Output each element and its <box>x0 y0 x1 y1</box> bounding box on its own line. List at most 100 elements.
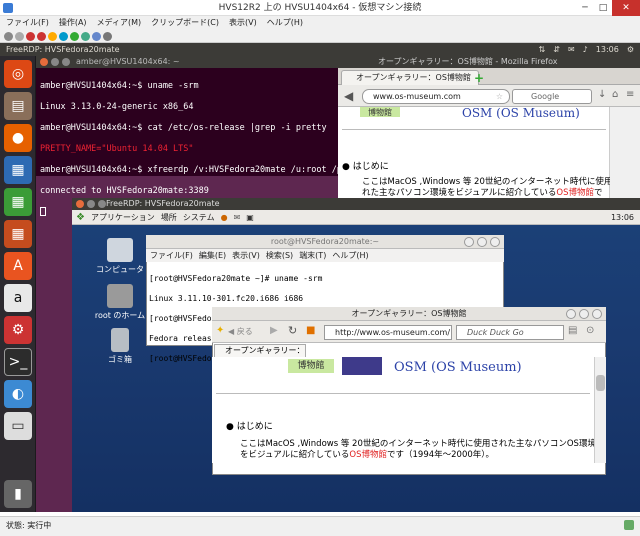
search-placeholder: Google <box>531 92 560 101</box>
dash-icon[interactable]: ◎ <box>4 60 32 88</box>
impress-icon[interactable]: ▦ <box>4 220 32 248</box>
freerdp-icon[interactable]: ◐ <box>4 380 32 408</box>
toolbar <box>0 30 640 43</box>
url-bar[interactable]: www.os-museum.com ☆ <box>362 89 510 104</box>
close-icon[interactable] <box>76 200 84 208</box>
ctrl-alt-del-icon[interactable] <box>4 31 13 41</box>
disk-icon[interactable]: ▭ <box>4 412 32 440</box>
files-icon[interactable]: ▤ <box>4 92 32 120</box>
back-icon[interactable]: ◀ <box>344 89 353 103</box>
menu-file[interactable]: ファイル(F) <box>150 249 193 262</box>
terminal-line: amber@HVSU1404x64:~$ cat /etc/os-release… <box>40 122 327 133</box>
scrollbar[interactable] <box>610 107 640 205</box>
firefox-launcher-icon[interactable]: ● <box>221 213 228 222</box>
browser-title: オープンギャラリー：OS博物館 <box>351 309 467 318</box>
search-field[interactable]: Duck Duck Go <box>456 325 564 340</box>
url-bar[interactable]: http://www.os-museum.com/ <box>324 325 452 340</box>
terminal-launcher-icon[interactable]: ▣ <box>246 213 254 222</box>
trash-desktop-icon[interactable]: ゴミ箱 <box>90 328 150 365</box>
clock[interactable]: 13:06 <box>596 43 619 56</box>
computer-desktop-icon[interactable]: コンピュータ <box>90 238 150 275</box>
bookmark-icon[interactable]: ■ <box>306 325 315 336</box>
forward-icon[interactable]: ▶ <box>270 325 278 336</box>
menu-search[interactable]: 検索(S) <box>266 249 293 262</box>
menu-view[interactable]: 表示(V) <box>229 16 257 30</box>
trash-icon[interactable]: ▮ <box>4 480 32 508</box>
checkpoint-icon[interactable] <box>81 31 90 41</box>
reload-icon[interactable]: ↻ <box>288 324 297 337</box>
bookmark-star-icon[interactable]: ☆ <box>496 90 503 103</box>
menu-icon[interactable]: ≡ <box>626 89 634 100</box>
save-icon[interactable] <box>48 31 57 41</box>
reset-icon[interactable] <box>70 31 79 41</box>
ubuntu-terminal-titlebar: amber@HVSU1404x64: ~ <box>36 56 338 68</box>
maximize-icon[interactable] <box>477 237 487 247</box>
software-center-icon[interactable]: A <box>4 252 32 280</box>
menu-icon[interactable]: ⊙ <box>586 325 594 336</box>
menu-help[interactable]: ヘルプ(H) <box>332 249 368 262</box>
maximize-icon[interactable]: □ <box>594 0 612 16</box>
turn-off-icon[interactable] <box>26 31 35 41</box>
menu-action[interactable]: 操作(A) <box>59 16 87 30</box>
firefox-icon[interactable]: ● <box>4 124 32 152</box>
network-icon[interactable]: ⇵ <box>553 43 560 56</box>
mail-launcher-icon[interactable]: ✉ <box>234 213 241 222</box>
tab-label: オープンギャラリー：OS博物館 <box>225 346 305 355</box>
menu-clipboard[interactable]: クリップボード(C) <box>151 16 219 30</box>
firefox-tab[interactable]: オープンギャラリー：OS博物館 <box>341 70 479 85</box>
new-tab-icon[interactable]: ✦ <box>216 325 224 336</box>
menu-help[interactable]: ヘルプ(H) <box>267 16 303 30</box>
pause-icon[interactable] <box>59 31 68 41</box>
amazon-icon[interactable]: a <box>4 284 32 312</box>
scrollbar[interactable] <box>594 357 606 463</box>
enhanced-session-icon[interactable] <box>103 31 112 41</box>
keyboard-icon[interactable]: ⇅ <box>539 43 546 56</box>
menu-media[interactable]: メディア(M) <box>97 16 142 30</box>
maximize-icon[interactable] <box>62 58 70 66</box>
mail-icon[interactable]: ✉ <box>568 43 575 56</box>
new-tab-icon[interactable]: + <box>474 72 486 84</box>
museum-link[interactable]: OS博物館 <box>556 188 594 198</box>
unity-launcher: ◎ ▤ ● ▦ ▦ ▦ A a ⚙ >_ ◐ ▭ ▮ <box>0 56 36 512</box>
settings-icon[interactable]: ⚙ <box>4 316 32 344</box>
close-icon[interactable]: ✕ <box>612 0 640 16</box>
museum-link[interactable]: OS博物館 <box>349 450 387 460</box>
search-bar[interactable]: Google <box>512 89 592 104</box>
terminal-cursor <box>40 206 46 216</box>
home-icon[interactable]: ⌂ <box>612 89 618 100</box>
minimize-icon[interactable] <box>464 237 474 247</box>
gear-icon[interactable]: ⚙ <box>627 43 634 56</box>
menu-system[interactable]: システム <box>183 212 215 223</box>
close-icon[interactable] <box>490 237 500 247</box>
minimize-icon[interactable]: ─ <box>576 0 594 16</box>
revert-icon[interactable] <box>92 31 101 41</box>
maximize-icon[interactable] <box>98 200 106 208</box>
minimize-icon[interactable] <box>51 58 59 66</box>
tools-icon[interactable]: ▤ <box>568 325 577 336</box>
maximize-icon[interactable] <box>579 309 589 319</box>
terminal-icon[interactable]: >_ <box>4 348 32 376</box>
status-bar: 状態: 実行中 <box>0 516 640 536</box>
download-icon[interactable]: ↓ <box>598 89 606 100</box>
menu-file[interactable]: ファイル(F) <box>6 16 49 30</box>
home-desktop-icon[interactable]: root のホーム <box>90 284 150 321</box>
minimize-icon[interactable] <box>87 200 95 208</box>
menu-bar: ファイル(F) 操作(A) メディア(M) クリップボード(C) 表示(V) ヘ… <box>0 16 640 30</box>
close-icon[interactable] <box>40 58 48 66</box>
back-button[interactable]: ◀ 戻る <box>228 326 253 337</box>
menu-terminal[interactable]: 端末(T) <box>299 249 326 262</box>
menu-edit[interactable]: 編集(E) <box>199 249 226 262</box>
volume-icon[interactable]: ♪ <box>583 43 588 56</box>
writer-icon[interactable]: ▦ <box>4 156 32 184</box>
browser-tab[interactable]: オープンギャラリー：OS博物館 <box>214 344 306 357</box>
shutdown-icon[interactable] <box>37 31 46 41</box>
close-icon[interactable] <box>592 309 602 319</box>
menu-view[interactable]: 表示(V) <box>232 249 260 262</box>
menu-applications[interactable]: アプリケーション <box>91 212 155 223</box>
clock[interactable]: 13:06 <box>611 213 634 222</box>
minimize-icon[interactable] <box>566 309 576 319</box>
scrollbar-thumb[interactable] <box>596 375 605 391</box>
start-icon[interactable] <box>15 31 24 41</box>
menu-places[interactable]: 場所 <box>161 212 177 223</box>
calc-icon[interactable]: ▦ <box>4 188 32 216</box>
